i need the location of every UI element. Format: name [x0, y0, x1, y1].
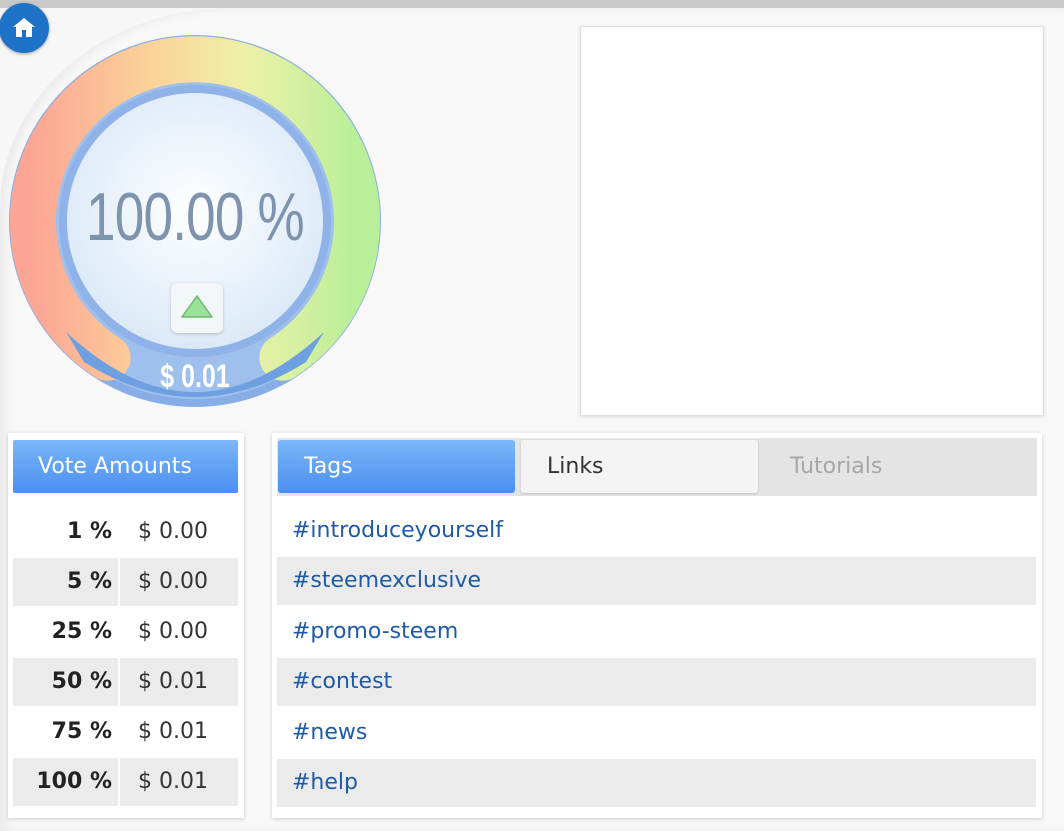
top-bar	[0, 0, 1064, 8]
vote-row: 5 % $ 0.00	[13, 558, 238, 606]
vote-percent: 1 %	[13, 508, 120, 556]
vote-row: 75 % $ 0.01	[13, 708, 238, 756]
tag-link[interactable]: #steemexclusive	[277, 557, 1036, 605]
vote-percent: 5 %	[13, 558, 120, 606]
vote-row: 25 % $ 0.00	[13, 608, 238, 656]
gauge-percent: 100.00 %	[86, 179, 305, 255]
vote-amount: $ 0.01	[138, 669, 208, 694]
tag-link[interactable]: #introduceyourself	[277, 507, 1036, 555]
vote-amount: $ 0.00	[138, 569, 208, 594]
vote-percent: 25 %	[13, 608, 120, 656]
preview-box	[580, 26, 1044, 416]
tag-link[interactable]: #contest	[277, 658, 1036, 706]
vote-amounts-panel: Vote Amounts 1 % $ 0.00 5 % $ 0.00 25 % …	[8, 433, 244, 818]
triangle-up-icon	[181, 295, 213, 318]
tab-tags[interactable]: Tags	[278, 440, 515, 493]
vote-amount: $ 0.01	[138, 719, 208, 744]
vote-row: 50 % $ 0.01	[13, 658, 238, 706]
vote-amount: $ 0.00	[138, 619, 208, 644]
upvote-button[interactable]	[171, 283, 223, 333]
vote-row: 100 % $ 0.01	[13, 758, 238, 806]
vote-amounts-title: Vote Amounts	[13, 440, 238, 493]
vote-percent: 75 %	[13, 708, 120, 756]
tab-strip: Tags Links Tutorials	[277, 438, 1037, 496]
tab-tutorials[interactable]: Tutorials	[764, 440, 1034, 493]
gauge-amount: $ 0.01	[160, 358, 230, 394]
vote-percent: 100 %	[13, 758, 120, 806]
vote-amount: $ 0.01	[138, 769, 208, 794]
tag-link[interactable]: #news	[277, 709, 1036, 757]
tag-link[interactable]: #promo-steem	[277, 608, 1036, 656]
vote-percent: 50 %	[13, 658, 120, 706]
vote-amount: $ 0.00	[138, 519, 208, 544]
tab-links[interactable]: Links	[521, 440, 758, 493]
vote-row: 1 % $ 0.00	[13, 508, 238, 556]
tag-link[interactable]: #help	[277, 759, 1036, 807]
voting-power-gauge: 100.00 % $ 0.01	[6, 32, 384, 410]
tags-panel: Tags Links Tutorials #introduceyourself …	[272, 433, 1042, 818]
